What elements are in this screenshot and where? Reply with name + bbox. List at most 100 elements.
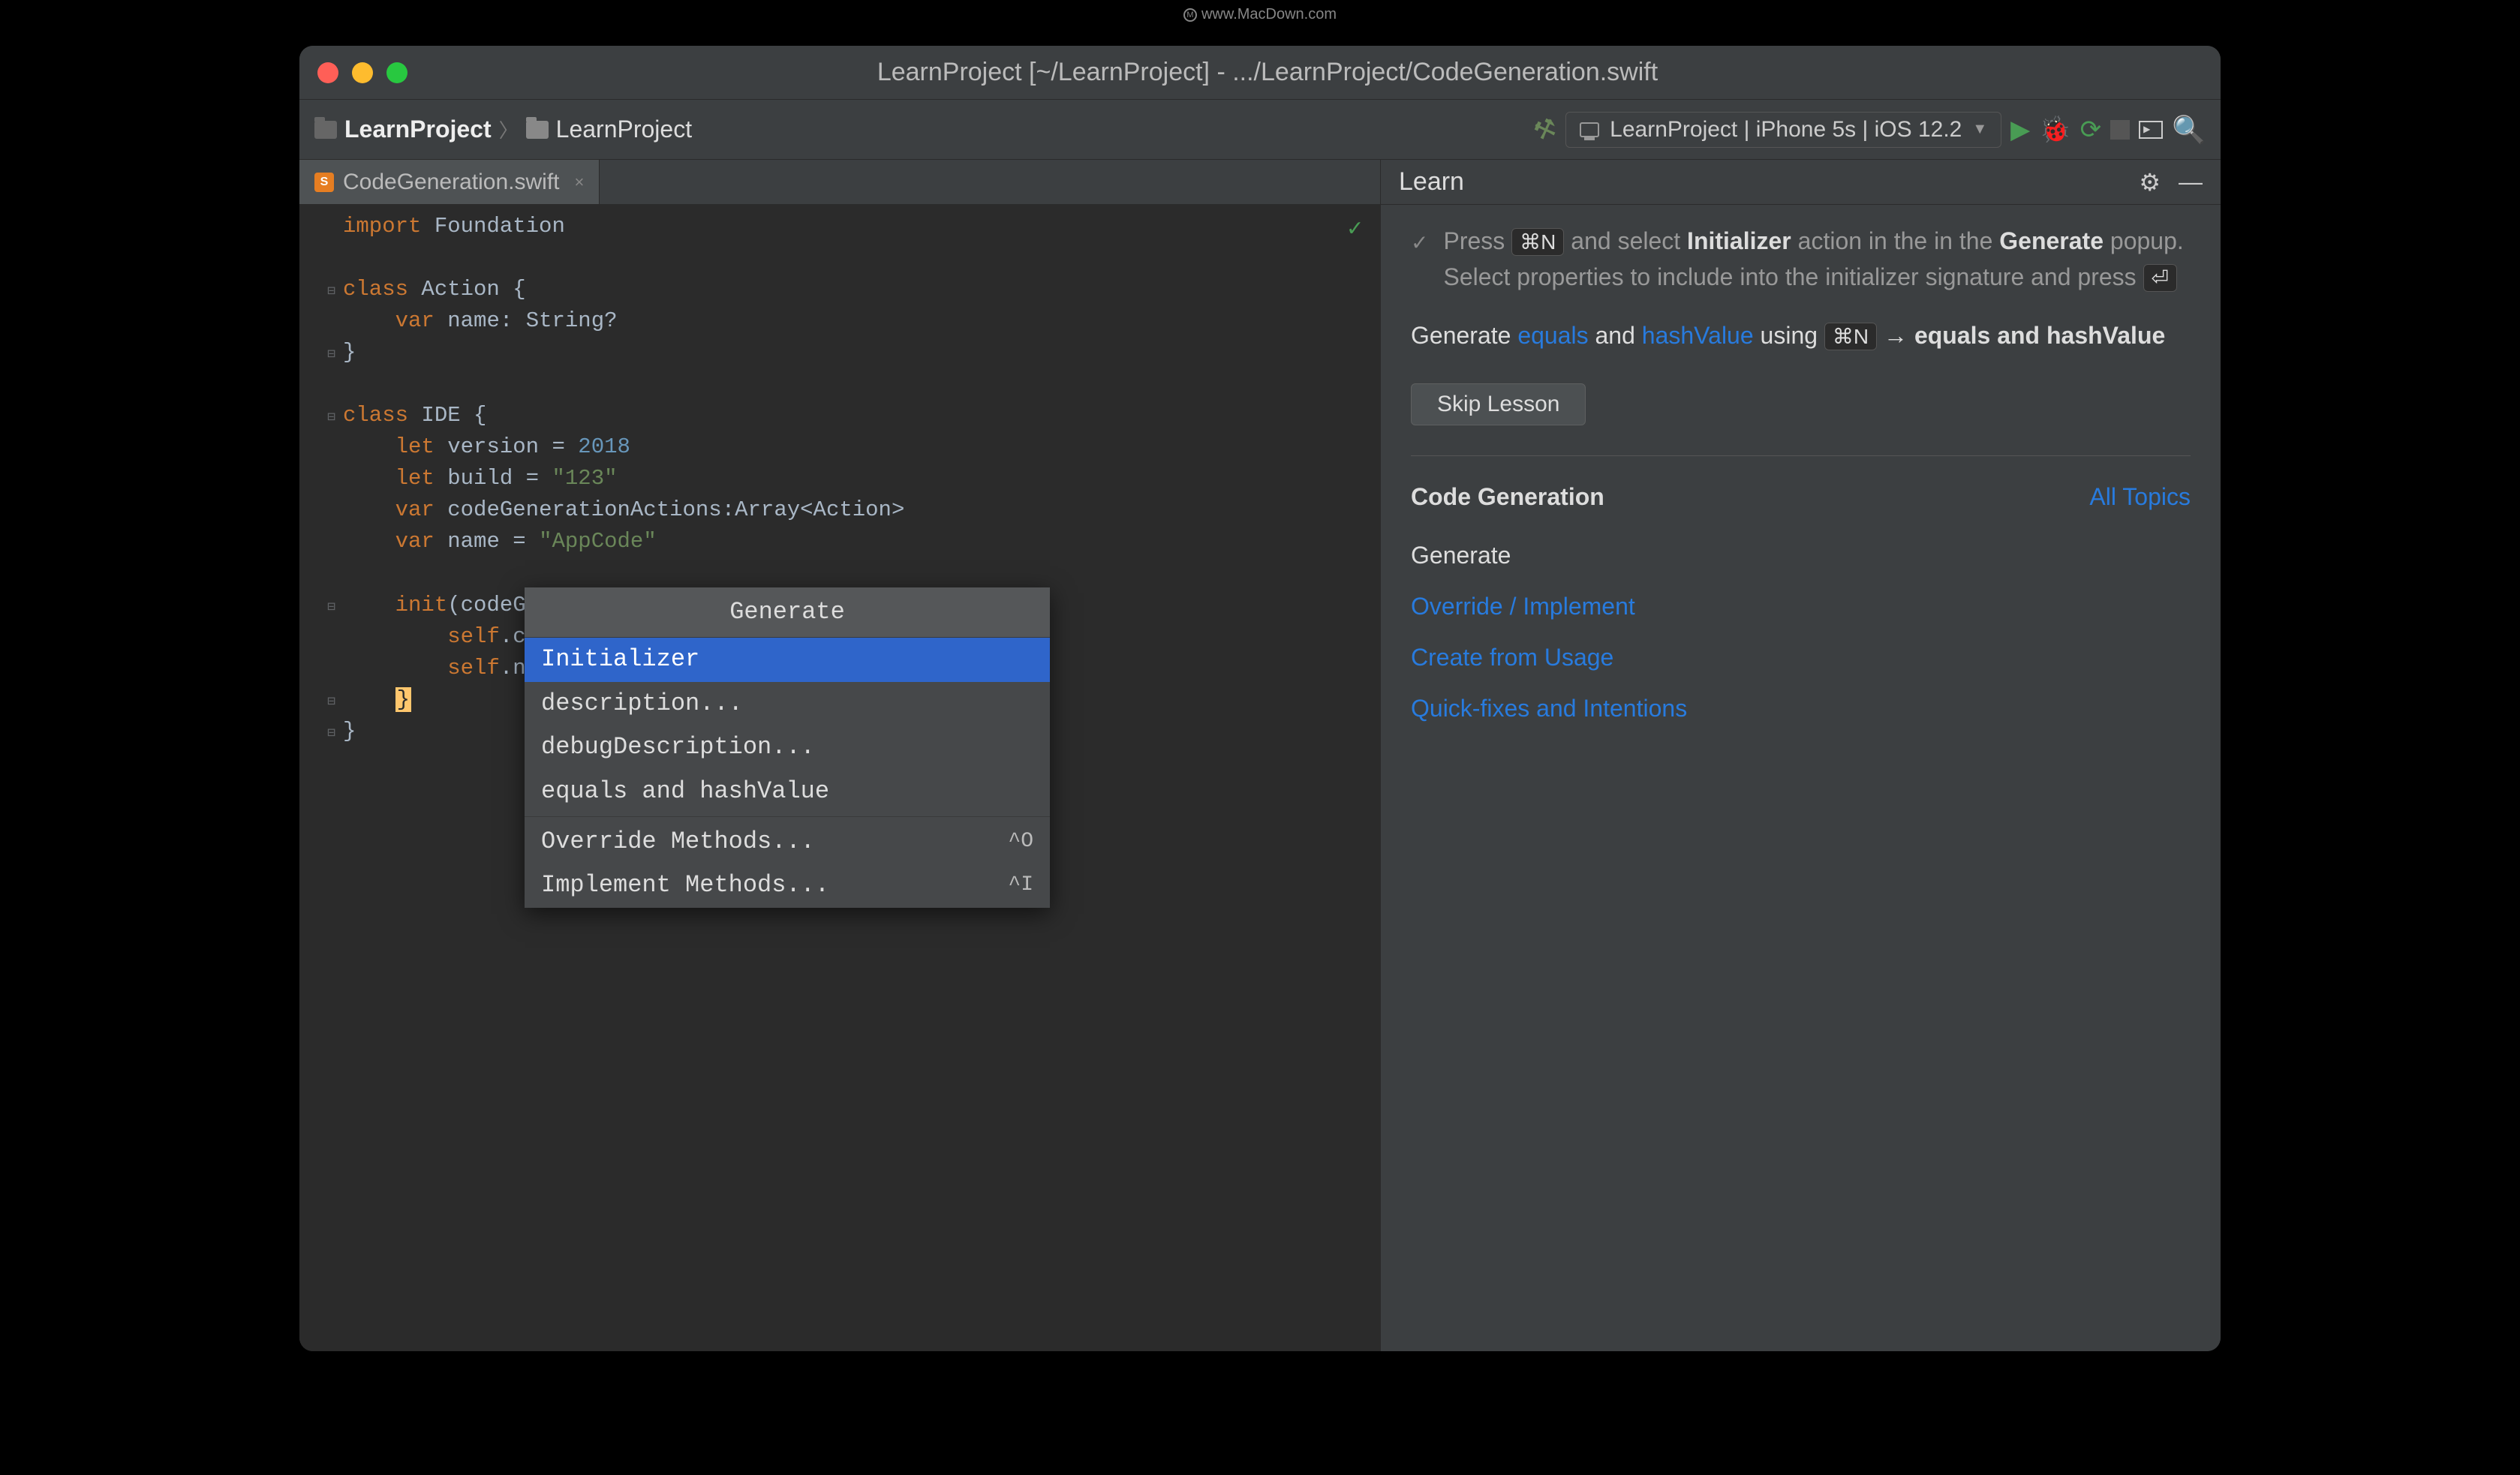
- app-window: LearnProject [~/LearnProject] - .../Lear…: [299, 46, 2221, 1351]
- popup-item-label: Override Methods...: [541, 825, 815, 859]
- titlebar: LearnProject [~/LearnProject] - .../Lear…: [299, 46, 2221, 100]
- popup-separator: [525, 816, 1050, 817]
- run-window-icon[interactable]: [2139, 121, 2163, 139]
- lesson-step-1: ✓ Press ⌘N and select Initializer action…: [1411, 223, 2191, 295]
- keyboard-shortcut: ⌘N: [1511, 228, 1564, 256]
- popup-item-label: description...: [541, 686, 743, 721]
- check-icon: ✓: [1411, 227, 1428, 295]
- popup-title: Generate: [525, 587, 1050, 638]
- popup-item-label: Initializer: [541, 642, 699, 677]
- tab-codegeneration[interactable]: S CodeGeneration.swift ×: [299, 160, 600, 204]
- popup-item-label: Implement Methods...: [541, 868, 829, 903]
- device-icon: [1580, 122, 1599, 137]
- generate-popup: Generate Initializer description... debu…: [525, 587, 1050, 908]
- all-topics-link[interactable]: All Topics: [2089, 479, 2191, 515]
- lesson-step-2: Generate equals and hashValue using ⌘N →…: [1411, 317, 2191, 353]
- popup-item-implement-methods[interactable]: Implement Methods... ^I: [525, 864, 1050, 907]
- breadcrumb[interactable]: LearnProject 〉 LearnProject: [314, 116, 692, 143]
- step-text: using: [1754, 322, 1824, 349]
- topic-generate[interactable]: Generate: [1411, 530, 2191, 581]
- code-token: =: [513, 466, 552, 491]
- link-equals[interactable]: equals: [1517, 322, 1588, 349]
- popup-item-description[interactable]: description...: [525, 682, 1050, 725]
- folder-icon: [526, 121, 549, 139]
- step-text: Generate: [1999, 227, 2104, 254]
- run-button[interactable]: ▶: [2010, 115, 2030, 145]
- code-token: var: [395, 497, 435, 522]
- code-token: var: [395, 529, 435, 554]
- breadcrumb-child[interactable]: LearnProject: [556, 116, 692, 143]
- swift-file-icon: S: [314, 173, 334, 192]
- chevron-down-icon: ▼: [1972, 121, 1987, 138]
- minimize-panel-icon[interactable]: —: [2179, 168, 2203, 196]
- topic-label: Create from Usage: [1411, 644, 1613, 671]
- code-token: self: [447, 656, 500, 680]
- code-token: Action: [813, 497, 892, 522]
- popup-item-debugdescription[interactable]: debugDescription...: [525, 725, 1050, 769]
- run-config-label: LearnProject | iPhone 5s | iOS 12.2: [1610, 117, 1962, 143]
- keyboard-shortcut: ⌘N: [1824, 323, 1877, 350]
- topic-quickfixes-intentions[interactable]: Quick-fixes and Intentions: [1411, 683, 2191, 734]
- step-text: and: [1589, 322, 1642, 349]
- run-configuration-selector[interactable]: LearnProject | iPhone 5s | iOS 12.2 ▼: [1565, 112, 2001, 148]
- search-icon[interactable]: 🔍: [2172, 114, 2206, 146]
- code-token: String: [526, 308, 604, 333]
- code-token: class: [343, 277, 408, 302]
- breadcrumb-root[interactable]: LearnProject: [344, 116, 492, 143]
- step-text: →: [1877, 322, 1914, 349]
- topic-label: Quick-fixes and Intentions: [1411, 695, 1687, 722]
- code-token: {: [461, 403, 487, 428]
- divider: [1411, 455, 2191, 456]
- window-title: LearnProject [~/LearnProject] - .../Lear…: [407, 58, 2128, 87]
- learn-panel: Learn ⚙ — ✓ Press ⌘N and select Initiali…: [1380, 160, 2221, 1351]
- project-folder-icon: [314, 121, 337, 139]
- close-tab-icon[interactable]: ×: [575, 173, 585, 192]
- minimize-window-button[interactable]: [352, 62, 373, 83]
- popup-item-label: equals and hashValue: [541, 774, 829, 809]
- editor-tabbar: S CodeGeneration.swift ×: [299, 160, 1380, 205]
- zoom-window-button[interactable]: [386, 62, 407, 83]
- topic-create-from-usage[interactable]: Create from Usage: [1411, 632, 2191, 683]
- gear-icon[interactable]: ⚙: [2139, 168, 2161, 197]
- step-text: Generate: [1411, 322, 1517, 349]
- code-editor[interactable]: ✓ import Foundation ⊟class Action { var …: [299, 205, 1380, 1351]
- topic-override-implement[interactable]: Override / Implement: [1411, 581, 2191, 632]
- code-token: build: [447, 466, 513, 491]
- code-token: import: [343, 214, 421, 239]
- stop-button[interactable]: [2110, 120, 2130, 140]
- code-token: name: [447, 308, 500, 333]
- popup-item-equals-hashvalue[interactable]: equals and hashValue: [525, 770, 1050, 813]
- popup-item-shortcut: ^I: [1008, 870, 1033, 901]
- popup-item-override-methods[interactable]: Override Methods... ^O: [525, 820, 1050, 864]
- code-token: {: [500, 277, 526, 302]
- inspection-ok-icon[interactable]: ✓: [1348, 212, 1362, 247]
- code-token: name: [447, 529, 500, 554]
- code-token: codeGenerationActions: [447, 497, 721, 522]
- code-token: let: [395, 434, 435, 459]
- code-token: let: [395, 466, 435, 491]
- code-token: }: [343, 340, 356, 365]
- learn-body: ✓ Press ⌘N and select Initializer action…: [1381, 205, 2221, 1351]
- close-window-button[interactable]: [317, 62, 338, 83]
- profile-button[interactable]: ⟳: [2080, 115, 2102, 145]
- watermark-text: www.MacDown.com: [1201, 6, 1337, 23]
- code-token: 2018: [578, 434, 630, 459]
- code-token: Foundation: [435, 214, 565, 239]
- traffic-lights: [317, 62, 407, 83]
- popup-item-initializer[interactable]: Initializer: [525, 638, 1050, 681]
- watermark: M www.MacDown.com: [1183, 6, 1337, 23]
- code-token: class: [343, 403, 408, 428]
- toolbar: LearnProject 〉 LearnProject ⚒ LearnProje…: [299, 100, 2221, 160]
- step-text: Initializer: [1687, 227, 1791, 254]
- breadcrumb-separator: 〉: [499, 116, 519, 143]
- skip-lesson-button[interactable]: Skip Lesson: [1411, 383, 1586, 425]
- editor-pane: S CodeGeneration.swift × ✓ import Founda…: [299, 160, 1380, 1351]
- debug-button[interactable]: 🐞: [2039, 115, 2070, 145]
- learn-title: Learn: [1399, 167, 1464, 197]
- section-title: Code Generation: [1411, 479, 1604, 515]
- step-text: and select: [1564, 227, 1687, 254]
- link-hashvalue[interactable]: hashValue: [1642, 322, 1754, 349]
- build-icon[interactable]: ⚒: [1529, 111, 1561, 147]
- step-text: equals and hashValue: [1914, 322, 2165, 349]
- code-token: =: [539, 434, 578, 459]
